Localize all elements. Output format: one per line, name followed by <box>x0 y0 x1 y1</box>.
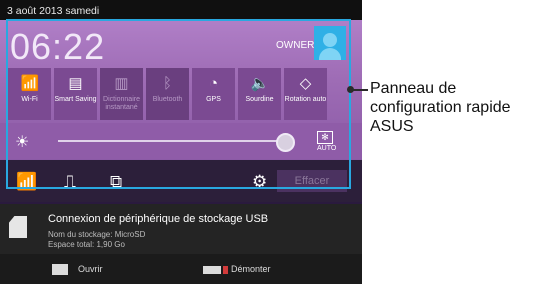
callout-label: Panneau de configuration rapide ASUS <box>370 80 511 135</box>
sd-card-icon <box>9 216 27 238</box>
notification-storage-name: Nom du stockage: MicroSD <box>48 230 146 239</box>
usb-notification[interactable]: Connexion de périphérique de stockage US… <box>0 204 362 254</box>
callout-leader-line <box>351 89 368 91</box>
unmount-button[interactable]: Démonter <box>203 262 271 276</box>
status-date: 3 août 2013 samedi <box>7 5 100 17</box>
highlight-frame <box>6 19 351 189</box>
open-label: Ouvrir <box>78 264 103 274</box>
folder-icon <box>52 264 68 276</box>
notification-actions: Ouvrir Démonter <box>0 254 362 284</box>
open-button[interactable]: Ouvrir <box>52 262 103 276</box>
unmount-icon <box>203 265 228 274</box>
notification-title: Connexion de périphérique de stockage US… <box>48 213 269 225</box>
notification-total-space: Espace total: 1,90 Go <box>48 240 125 249</box>
unmount-label: Démonter <box>231 264 271 274</box>
